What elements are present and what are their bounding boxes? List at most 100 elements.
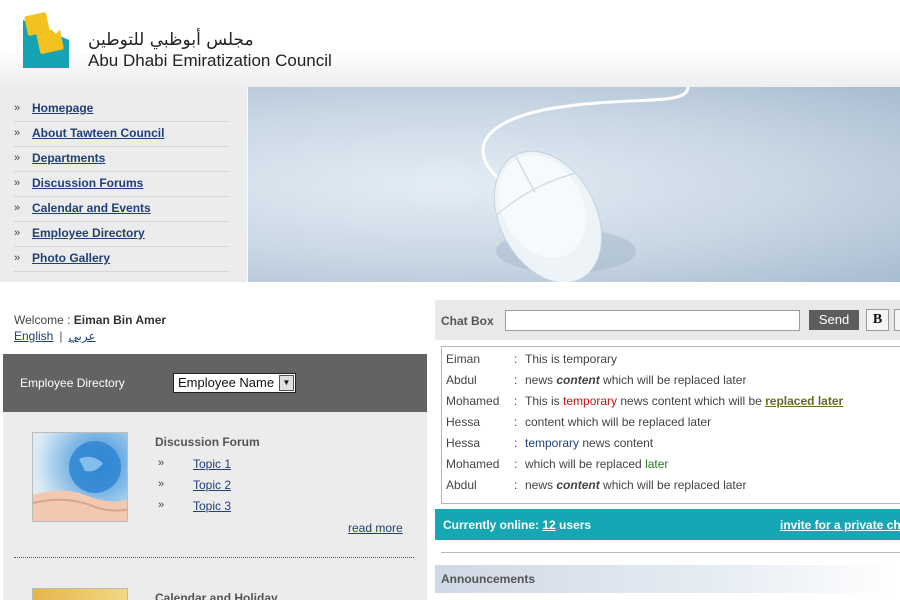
chat-text-emphasis: content (556, 478, 600, 492)
nav-item-about[interactable]: » About Tawteen Council (14, 122, 229, 147)
lang-arabic-link[interactable]: عربي (68, 329, 95, 343)
chat-text-part: This is (525, 394, 564, 408)
nav-bullet-icon: » (14, 102, 21, 114)
employee-search-select[interactable]: Employee Name ▼ (173, 373, 296, 393)
nav-link-directory[interactable]: Employee Directory (32, 226, 145, 240)
welcome-message: Welcome : Eiman Bin Amer (14, 313, 166, 327)
nav-item-directory[interactable]: » Employee Directory (14, 222, 229, 247)
banner-image (248, 87, 900, 282)
chat-text: news content which will be replaced late… (525, 478, 746, 492)
chat-text-navy: temporary (525, 436, 580, 450)
chat-text-red: temporary (563, 394, 618, 408)
bold-format-button[interactable]: B (866, 309, 889, 331)
nav-link-gallery[interactable]: Photo Gallery (32, 251, 110, 265)
chat-text-part: which will be replaced (525, 457, 646, 471)
chat-text: content which will be replaced later (525, 415, 711, 429)
chat-text-part: which will be replaced later (599, 373, 747, 387)
nav-bullet-icon: » (14, 152, 21, 164)
section-divider (14, 557, 414, 558)
welcome-prefix: Welcome : (14, 313, 74, 327)
chat-sender: Abdul (446, 373, 477, 387)
calendar-title: Calendar and Holiday (155, 591, 278, 600)
chat-text-link[interactable]: replaced later (765, 394, 843, 408)
forum-topic-link-2[interactable]: Topic 2 (193, 478, 231, 492)
dropdown-arrow-icon[interactable]: ▼ (279, 375, 294, 391)
chat-message-input[interactable] (505, 310, 800, 331)
nav-item-calendar[interactable]: » Calendar and Events (14, 197, 229, 222)
calendar-thumbnail-image (32, 588, 128, 600)
forum-topic-link-3[interactable]: Topic 3 (193, 499, 231, 513)
nav-item-homepage[interactable]: » Homepage (14, 97, 229, 122)
forum-topic-link-1[interactable]: Topic 1 (193, 457, 231, 471)
online-status: Currently online: 12 users (443, 518, 591, 532)
chat-colon: : (514, 436, 518, 450)
chat-text: This is temporary (525, 352, 617, 366)
nav-link-departments[interactable]: Departments (32, 151, 105, 165)
council-logo-icon[interactable] (20, 10, 72, 68)
chat-text-part: news (525, 373, 557, 387)
announcements-header: Announcements (435, 565, 900, 593)
nav-link-about[interactable]: About Tawteen Council (32, 126, 164, 140)
logo-text-english: Abu Dhabi Emiratization Council (88, 51, 332, 70)
forum-title: Discussion Forum (155, 435, 260, 449)
chat-colon: : (514, 478, 518, 492)
language-switcher: English | عربي (14, 329, 96, 343)
chat-send-button[interactable]: Send (809, 310, 859, 330)
online-prefix: Currently online: (443, 518, 543, 532)
chat-colon: : (514, 373, 518, 387)
forum-read-more-link[interactable]: read more (348, 521, 403, 535)
chat-colon: : (514, 352, 518, 366)
topic-bullet-icon: » (158, 499, 165, 511)
nav-bullet-icon: » (14, 177, 21, 189)
forum-thumbnail-image (32, 432, 128, 522)
chat-text-part: which will be replaced later (599, 478, 747, 492)
topic-bullet-icon: » (158, 457, 165, 469)
user-name: Eiman Bin Amer (73, 313, 167, 327)
private-chat-invite-link[interactable]: invite for a private chat (780, 518, 900, 532)
chat-text: news content which will be replaced late… (525, 373, 746, 387)
divider-line (441, 552, 900, 553)
chat-text: which will be replaced later (525, 457, 668, 471)
chat-text-part: news content which will be (617, 394, 766, 408)
left-content-panel: Discussion Forum » Topic 1 » Topic 2 » Topi… (3, 412, 427, 600)
nav-bullet-icon: » (14, 127, 21, 139)
nav-link-calendar[interactable]: Calendar and Events (32, 201, 151, 215)
chat-sender: Mohamed (446, 394, 500, 408)
chat-box-bar: Chat Box Send B (435, 300, 900, 340)
chat-box-label: Chat Box (441, 314, 494, 328)
employee-directory-label: Employee Directory (20, 376, 125, 390)
chat-text-part: news content (579, 436, 654, 450)
chat-text-part: This is temporary (525, 352, 618, 366)
chat-text-part: content which will be replaced later (525, 415, 712, 429)
nav-item-forums[interactable]: » Discussion Forums (14, 172, 229, 197)
chat-text-part: news (525, 478, 557, 492)
topic-bullet-icon: » (158, 478, 165, 490)
lang-separator: | (59, 329, 63, 343)
chat-text: This is temporary news content which wil… (525, 394, 843, 408)
nav-link-forums[interactable]: Discussion Forums (32, 176, 143, 190)
chat-sender: Mohamed (446, 457, 500, 471)
employee-select-value: Employee Name (178, 375, 275, 390)
chat-colon: : (514, 415, 518, 429)
announcements-label: Announcements (441, 572, 536, 586)
online-suffix: users (555, 518, 592, 532)
nav-item-departments[interactable]: » Departments (14, 147, 229, 172)
computer-mouse-icon (481, 87, 690, 282)
nav-link-homepage[interactable]: Homepage (32, 101, 93, 115)
logo-text-arabic: مجلس أبوظبي للتوطين (88, 30, 254, 50)
chat-sender: Hessa (446, 415, 481, 429)
nav-item-gallery[interactable]: » Photo Gallery (14, 247, 229, 272)
chat-text-green: later (645, 457, 669, 471)
chat-colon: : (514, 457, 518, 471)
header: مجلس أبوظبي للتوطين Abu Dhabi Emiratizat… (0, 0, 900, 87)
employee-directory-bar: Employee Directory Employee Name ▼ (3, 354, 427, 412)
online-users-bar: Currently online: 12 users invite for a … (435, 509, 900, 540)
chat-sender: Hessa (446, 436, 481, 450)
online-count-link[interactable]: 12 (542, 518, 555, 532)
lang-english-link[interactable]: English (14, 329, 53, 343)
italic-format-button[interactable] (894, 309, 900, 331)
chat-text-emphasis: content (556, 373, 600, 387)
main-navigation: » Homepage » About Tawteen Council » Depart… (0, 87, 247, 282)
chat-log[interactable]: Eiman: This is temporary Abdul: news con… (441, 346, 900, 504)
chat-text: temporary news content (525, 436, 653, 450)
